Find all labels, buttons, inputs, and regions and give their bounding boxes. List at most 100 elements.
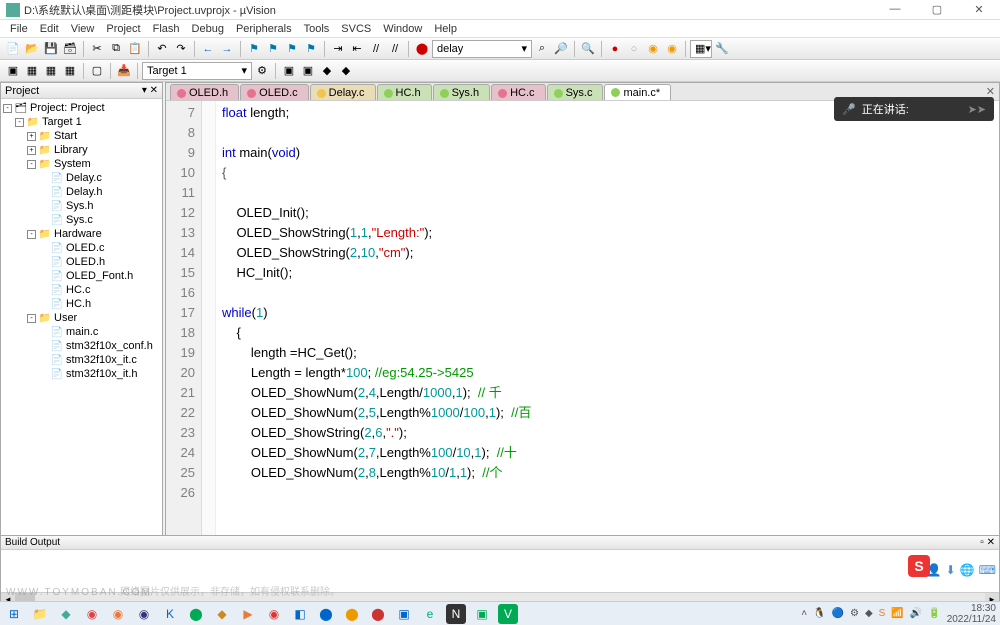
- rebuild-icon[interactable]: ▦: [42, 62, 60, 80]
- config-icon[interactable]: 🔧: [713, 40, 731, 58]
- fold-column[interactable]: [202, 101, 216, 565]
- undo-icon[interactable]: ↶: [153, 40, 171, 58]
- redo-icon[interactable]: ↷: [172, 40, 190, 58]
- tree-group-hardware[interactable]: -📁Hardware: [3, 227, 160, 241]
- menu-item-flash[interactable]: Flash: [147, 23, 186, 35]
- tray-icon2[interactable]: ⚙: [850, 608, 859, 619]
- tree-group-start[interactable]: +📁Start: [3, 129, 160, 143]
- overlay-arrows-icon[interactable]: ➤➤: [968, 103, 986, 116]
- tray-icon4[interactable]: S: [879, 608, 886, 619]
- tree-file[interactable]: 📄Delay.c: [3, 171, 160, 185]
- new-icon[interactable]: 📄: [4, 40, 22, 58]
- bp-killall-icon[interactable]: ◉: [663, 40, 681, 58]
- maximize-button[interactable]: ▢: [922, 3, 952, 16]
- uncomment-icon[interactable]: //: [386, 40, 404, 58]
- voice-overlay[interactable]: 🎤 正在讲话: ➤➤: [834, 97, 994, 121]
- menu-item-peripherals[interactable]: Peripherals: [230, 23, 298, 35]
- bookmark4-icon[interactable]: ⚑: [302, 40, 320, 58]
- code-lines[interactable]: float length; int main(void) { OLED_Init…: [216, 101, 999, 565]
- tree-group-system[interactable]: -📁System: [3, 157, 160, 171]
- tray-up-icon[interactable]: ˄: [801, 608, 807, 619]
- tree-root[interactable]: -🗂Project: Project: [3, 101, 160, 115]
- task-app10-icon[interactable]: ◧: [290, 604, 310, 624]
- task-app6-icon[interactable]: ⬤: [186, 604, 206, 624]
- tree-file[interactable]: 📄main.c: [3, 325, 160, 339]
- assist-icons[interactable]: 👤⬇🌐⌨: [927, 563, 996, 577]
- cut-icon[interactable]: ✂: [88, 40, 106, 58]
- manage-icon[interactable]: ▣: [280, 62, 298, 80]
- tray-qq-icon[interactable]: 🐧: [813, 608, 825, 619]
- file-tab[interactable]: main.c*: [604, 84, 671, 101]
- bp-insert-icon[interactable]: ●: [606, 40, 624, 58]
- tree-file[interactable]: 📄Delay.h: [3, 185, 160, 199]
- tray-wifi-icon[interactable]: 📶: [891, 608, 903, 619]
- file-tab[interactable]: OLED.c: [240, 84, 309, 101]
- find-combo[interactable]: delay ▾: [432, 40, 532, 58]
- tree-file[interactable]: 📄OLED.h: [3, 255, 160, 269]
- manage3-icon[interactable]: ◆: [318, 62, 336, 80]
- task-app7-icon[interactable]: ◆: [212, 604, 232, 624]
- project-panel-close-icon[interactable]: ▾ ✕: [142, 85, 158, 96]
- macro-icon[interactable]: ⬤: [413, 40, 431, 58]
- task-app3-icon[interactable]: ◉: [108, 604, 128, 624]
- menu-item-tools[interactable]: Tools: [298, 23, 336, 35]
- findinfile-icon[interactable]: 🔎: [552, 40, 570, 58]
- tray-icon1[interactable]: 🔵: [832, 608, 844, 619]
- task-app5-icon[interactable]: K: [160, 604, 180, 624]
- bookmark1-icon[interactable]: ⚑: [245, 40, 263, 58]
- tree-file[interactable]: 📄HC.c: [3, 283, 160, 297]
- bp-disable-icon[interactable]: ○: [625, 40, 643, 58]
- task-uvision-icon[interactable]: V: [498, 604, 518, 624]
- window-combo[interactable]: ▦▾: [690, 40, 712, 58]
- menu-item-file[interactable]: File: [4, 23, 34, 35]
- open-icon[interactable]: 📂: [23, 40, 41, 58]
- menu-item-window[interactable]: Window: [377, 23, 428, 35]
- manage2-icon[interactable]: ▣: [299, 62, 317, 80]
- task-app2-icon[interactable]: ◉: [82, 604, 102, 624]
- close-button[interactable]: ✕: [964, 3, 994, 16]
- menu-item-edit[interactable]: Edit: [34, 23, 65, 35]
- menu-item-debug[interactable]: Debug: [186, 23, 230, 35]
- task-edge-icon[interactable]: e: [420, 604, 440, 624]
- menu-item-help[interactable]: Help: [428, 23, 463, 35]
- find-icon[interactable]: ⌕: [533, 40, 551, 58]
- saveall-icon[interactable]: 🗃: [61, 40, 79, 58]
- menu-item-svcs[interactable]: SVCS: [335, 23, 377, 35]
- options-icon[interactable]: ⚙: [253, 62, 271, 80]
- start-icon[interactable]: ⊞: [4, 604, 24, 624]
- tree-file[interactable]: 📄OLED.c: [3, 241, 160, 255]
- build-icon[interactable]: ▦: [23, 62, 41, 80]
- task-app1-icon[interactable]: ◆: [56, 604, 76, 624]
- outdent-icon[interactable]: ⇤: [348, 40, 366, 58]
- tree-file[interactable]: 📄stm32f10x_it.c: [3, 353, 160, 367]
- copy-icon[interactable]: ⧉: [107, 40, 125, 58]
- tray-icon3[interactable]: ◆: [865, 608, 873, 619]
- task-app14-icon[interactable]: ▣: [394, 604, 414, 624]
- file-tab[interactable]: Sys.h: [433, 84, 491, 101]
- tree-file[interactable]: 📄HC.h: [3, 297, 160, 311]
- task-explorer-icon[interactable]: 📁: [30, 604, 50, 624]
- stop-icon[interactable]: ▢: [88, 62, 106, 80]
- task-app4-icon[interactable]: ◉: [134, 604, 154, 624]
- menu-item-view[interactable]: View: [65, 23, 101, 35]
- comment-icon[interactable]: //: [367, 40, 385, 58]
- task-app8-icon[interactable]: ▶: [238, 604, 258, 624]
- bookmark3-icon[interactable]: ⚑: [283, 40, 301, 58]
- batch-icon[interactable]: ▦: [61, 62, 79, 80]
- build-output-controls[interactable]: ▫ ✕: [980, 537, 995, 548]
- debug-icon[interactable]: 🔍: [579, 40, 597, 58]
- file-tab[interactable]: Sys.c: [547, 84, 604, 101]
- task-app13-icon[interactable]: ⬤: [368, 604, 388, 624]
- tray-volume-icon[interactable]: 🔊: [910, 608, 922, 619]
- file-tab[interactable]: HC.c: [491, 84, 545, 101]
- tree-group-library[interactable]: +📁Library: [3, 143, 160, 157]
- bookmark2-icon[interactable]: ⚑: [264, 40, 282, 58]
- tree-group-user[interactable]: -📁User: [3, 311, 160, 325]
- tree-file[interactable]: 📄stm32f10x_it.h: [3, 367, 160, 381]
- task-app15-icon[interactable]: N: [446, 604, 466, 624]
- file-tab[interactable]: Delay.c: [310, 84, 376, 101]
- back-icon[interactable]: ←: [199, 40, 217, 58]
- file-tab[interactable]: HC.h: [377, 84, 432, 101]
- forward-icon[interactable]: →: [218, 40, 236, 58]
- bp-kill-icon[interactable]: ◉: [644, 40, 662, 58]
